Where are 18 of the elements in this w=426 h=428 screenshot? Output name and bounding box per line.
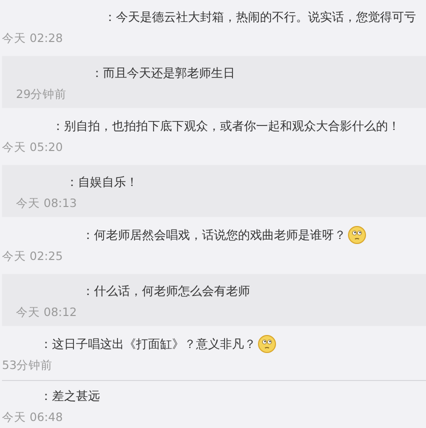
timestamp: 今天 02:28 <box>1 31 63 46</box>
comment-text: ：差之甚远 <box>40 388 100 404</box>
comment-text: ：今天是德云社大封箱，热闹的不行。说实话，您觉得可亏 <box>104 8 416 26</box>
timestamp: 今天 02:25 <box>1 249 63 264</box>
comment-text: ：而且今天还是郭老师生日 <box>91 64 235 82</box>
smiley-icon <box>348 226 366 244</box>
comment-text: ：自娱自乐！ <box>66 174 138 190</box>
comment-text: ：何老师居然会唱戏，话说您的戏曲老师是谁呀？ <box>82 226 346 244</box>
timestamp: 29分钟前 <box>15 87 67 102</box>
comment-text: ：这日子唱这出《打面缸》？意义非凡？ <box>40 336 256 352</box>
comment-text: ：什么话，何老师怎么会有老师 <box>82 282 250 300</box>
timestamp: 今天 06:48 <box>1 410 63 425</box>
timestamp: 今天 05:20 <box>1 140 63 155</box>
timestamp: 今天 08:12 <box>15 305 77 320</box>
timestamp: 今天 08:13 <box>15 196 77 211</box>
timestamp: 53分钟前 <box>1 358 53 373</box>
smiley-icon <box>258 335 276 353</box>
comment-text: ：别自拍，也拍拍下底下观众，或者你一起和观众大合影什么的！ <box>52 118 400 134</box>
